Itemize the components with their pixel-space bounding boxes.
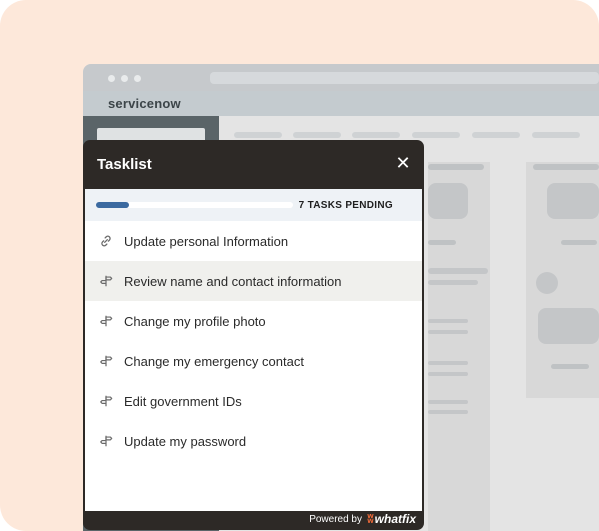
task-list: Update personal Information Review name a…	[85, 221, 422, 461]
task-item[interactable]: Review name and contact information	[85, 261, 422, 301]
task-item[interactable]: Change my profile photo	[85, 301, 422, 341]
address-bar[interactable]	[210, 72, 599, 84]
signpost-icon	[98, 433, 114, 449]
whatfix-brand-label: whatfix	[374, 512, 416, 526]
browser-chrome	[83, 64, 599, 91]
tasklist-title: Tasklist	[97, 156, 152, 173]
skeleton-card	[538, 308, 599, 344]
window-dot	[108, 75, 115, 82]
powered-by-label: Powered by	[309, 514, 362, 525]
whatfix-logo[interactable]: ʬwhatfix	[367, 512, 416, 526]
task-item[interactable]: Edit government IDs	[85, 381, 422, 421]
task-label: Review name and contact information	[124, 273, 342, 289]
progress-fill	[96, 202, 130, 208]
whatfix-mark-icon: ʬ	[367, 512, 374, 526]
signpost-icon	[98, 393, 114, 409]
skeleton-avatar	[536, 272, 558, 294]
skeleton-tab	[234, 132, 282, 138]
skeleton-line	[561, 240, 597, 245]
skeleton-line	[428, 240, 456, 245]
skeleton-tab	[532, 132, 580, 138]
task-label: Update personal Information	[124, 233, 289, 249]
tasklist-body: 7 TASKS PENDING Update personal Informat…	[85, 189, 422, 511]
skeleton-line	[533, 164, 599, 170]
skeleton-line	[428, 164, 484, 170]
progress-bar	[96, 202, 293, 208]
skeleton-line	[428, 319, 468, 323]
task-item[interactable]: Change my emergency contact	[85, 341, 422, 381]
task-item[interactable]: Update my password	[85, 421, 422, 461]
task-label: Update my password	[124, 433, 247, 449]
task-label: Change my emergency contact	[124, 353, 304, 369]
skeleton-line	[428, 361, 468, 365]
skeleton-tab	[352, 132, 400, 138]
skeleton-tab	[412, 132, 460, 138]
progress-row: 7 TASKS PENDING	[85, 189, 422, 221]
tasklist-panel: Tasklist ✕ 7 TASKS PENDING Update person…	[83, 140, 424, 530]
servicenow-logo: servicenow	[108, 96, 181, 111]
signpost-icon	[98, 313, 114, 329]
skeleton-line	[428, 280, 478, 285]
link-icon	[98, 233, 114, 249]
skeleton-line	[428, 268, 488, 274]
app-navbar: servicenow	[83, 91, 599, 116]
skeleton-tab	[472, 132, 520, 138]
skeleton-line	[428, 372, 468, 376]
signpost-icon	[98, 273, 114, 289]
tasklist-footer: Powered by ʬwhatfix	[83, 511, 424, 530]
signpost-icon	[98, 353, 114, 369]
task-label: Change my profile photo	[124, 313, 266, 329]
skeleton-line	[428, 330, 468, 334]
skeleton-line	[428, 410, 468, 414]
skeleton-line	[551, 364, 589, 369]
close-icon[interactable]: ✕	[395, 154, 411, 172]
window-dot	[121, 75, 128, 82]
window-dot	[134, 75, 141, 82]
task-label: Edit government IDs	[124, 393, 242, 409]
skeleton-tab	[293, 132, 341, 138]
skeleton-card	[428, 183, 468, 219]
skeleton-card	[547, 183, 599, 219]
skeleton-line	[428, 400, 468, 404]
task-item[interactable]: Update personal Information	[85, 221, 422, 261]
tasklist-header: Tasklist ✕	[83, 140, 424, 189]
tasks-pending-label: 7 TASKS PENDING	[298, 200, 393, 211]
